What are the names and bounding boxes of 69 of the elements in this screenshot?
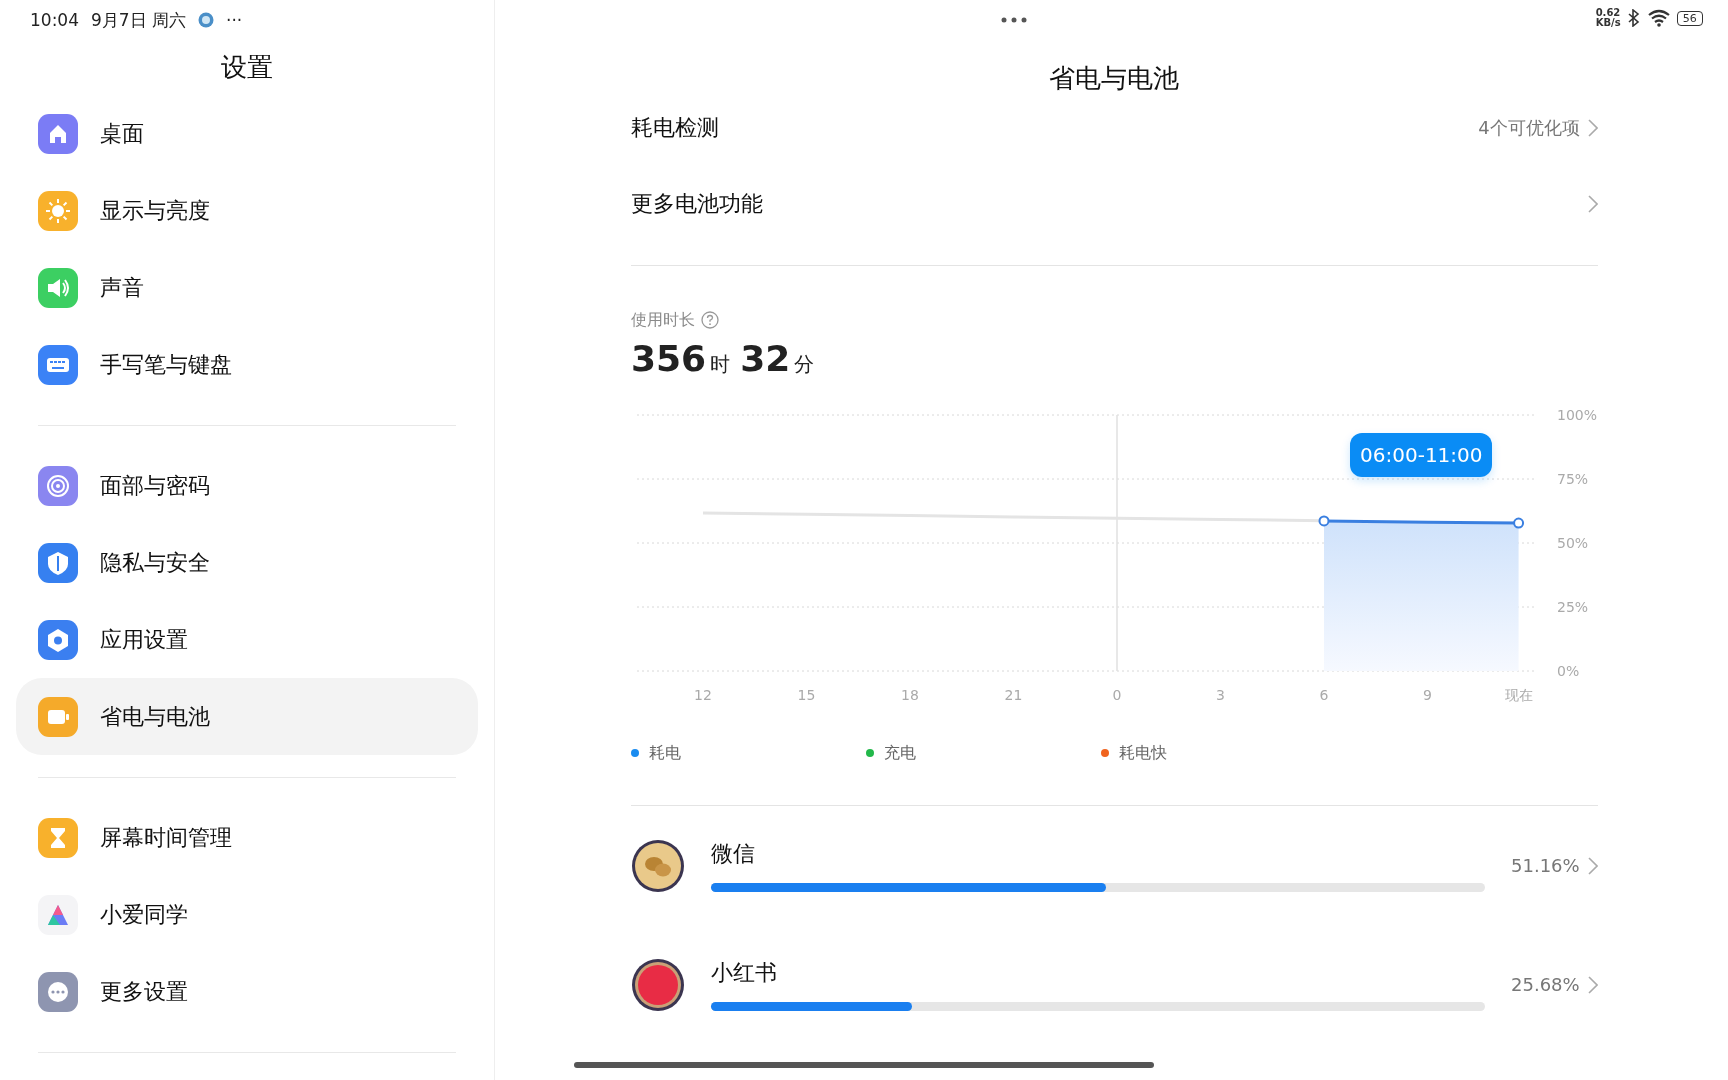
- fingerprint-icon: [38, 465, 78, 506]
- legend-label: 耗电: [649, 742, 681, 764]
- page-title: 省电与电池: [1048, 62, 1181, 90]
- time-range-tooltip: 06:00-11:00: [1350, 433, 1493, 477]
- usage-duration: 356 时 32 分: [631, 338, 816, 381]
- shield-icon: [38, 542, 78, 583]
- sidebar-item[interactable]: 小爱同学: [16, 876, 478, 953]
- axis-label: 50%: [1557, 535, 1589, 551]
- bluetooth-icon: [1626, 9, 1641, 27]
- sidebar-item[interactable]: 屏幕时间管理: [16, 799, 478, 876]
- axis-label: 9: [1423, 687, 1432, 703]
- chevron-right-icon: [1587, 856, 1598, 875]
- sidebar-title: 设置: [220, 51, 274, 84]
- axis-label: 75%: [1557, 471, 1589, 487]
- axis-label: 0: [1112, 687, 1122, 703]
- more-icon: [38, 971, 78, 1012]
- sidebar-item[interactable]: 省电与电池: [16, 678, 478, 755]
- network-speed: 0.62 KB/s: [1595, 8, 1621, 28]
- chevron-right-icon: [1587, 119, 1598, 137]
- data-point: [1513, 517, 1525, 529]
- data-point: [1318, 515, 1330, 527]
- legend-label: 充电: [884, 742, 916, 764]
- settings-row[interactable]: 耗电检测 4个可优化项: [631, 90, 1598, 166]
- axis-label: 0%: [1557, 663, 1580, 679]
- axis-label: 15: [797, 687, 816, 703]
- sidebar-item[interactable]: 桌面: [16, 95, 478, 172]
- axis-label: 100%: [1557, 407, 1598, 423]
- battery-level: 56: [1676, 10, 1703, 26]
- app-usage-row[interactable]: 小红书 25.68%: [631, 925, 1598, 1044]
- sidebar-item[interactable]: 面部与密码: [16, 447, 478, 524]
- sidebar-item[interactable]: 应用设置: [16, 601, 478, 678]
- legend-label: 耗电快: [1119, 742, 1167, 764]
- app-icon: [631, 957, 685, 1012]
- sidebar-item[interactable]: 手写笔与键盘: [16, 326, 478, 403]
- battery-icon: [38, 696, 78, 737]
- sidebar-item[interactable]: 隐私与安全: [16, 524, 478, 601]
- help-icon[interactable]: [701, 311, 719, 329]
- more-notifications: ···: [226, 10, 243, 30]
- axis-label: 现在: [1504, 687, 1533, 703]
- status-time: 10:04: [30, 10, 79, 30]
- triangle-logo-icon: [38, 894, 78, 935]
- axis-label: 18: [901, 687, 919, 703]
- hourglass-icon: [38, 817, 78, 858]
- sidebar-item[interactable]: 声音: [16, 249, 478, 326]
- chevron-right-icon: [1587, 975, 1598, 994]
- more-icon[interactable]: [1000, 16, 1029, 24]
- sidebar-item[interactable]: 显示与亮度: [16, 172, 478, 249]
- notification-icon: [198, 12, 215, 28]
- speaker-icon: [38, 267, 78, 308]
- app-name: 小红书: [711, 959, 778, 987]
- home-icon: [38, 113, 78, 154]
- settings-row[interactable]: 更多电池功能: [631, 166, 1598, 242]
- usage-percent: 25.68%: [1511, 974, 1580, 995]
- axis-label: 12: [694, 687, 712, 703]
- app-icon: [631, 838, 685, 893]
- sidebar-item[interactable]: 更多设置: [16, 953, 478, 1030]
- usage-percent: 51.16%: [1511, 855, 1580, 876]
- app-usage-row[interactable]: 微信 51.16%: [631, 806, 1598, 925]
- axis-label: 25%: [1557, 599, 1589, 615]
- wifi-icon: [1646, 9, 1671, 27]
- sun-icon: [38, 190, 78, 231]
- axis-label: 21: [1004, 687, 1023, 703]
- usage-label: 使用时长: [631, 309, 695, 331]
- axis-label: 3: [1216, 687, 1225, 703]
- axis-label: 6: [1319, 687, 1329, 703]
- chevron-right-icon: [1587, 195, 1598, 213]
- app-name: 微信: [711, 840, 756, 868]
- status-date: 9月7日 周六: [91, 8, 187, 32]
- keyboard-icon: [38, 344, 78, 385]
